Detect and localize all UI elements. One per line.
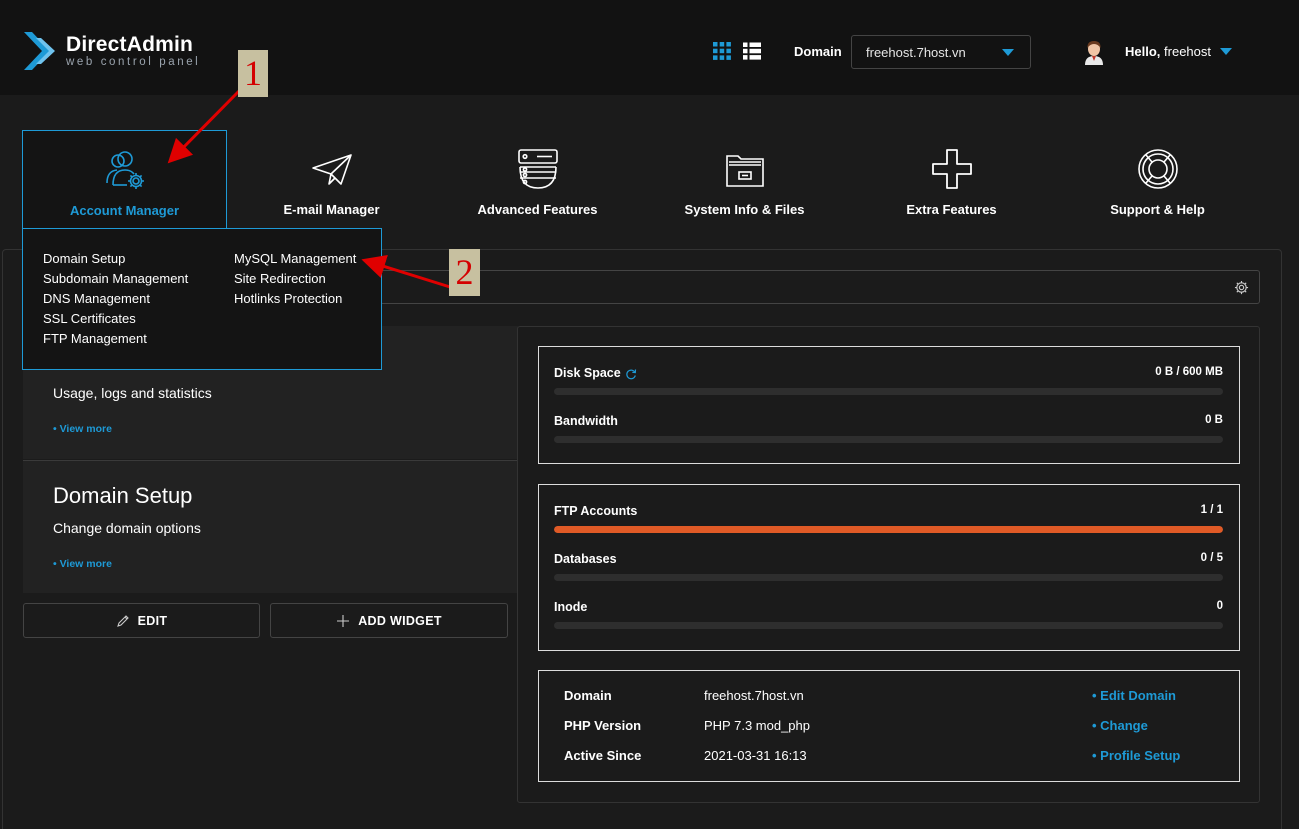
nav-extra-features[interactable]: Extra Features [849,130,1054,228]
nav-label: E-mail Manager [283,202,380,217]
nav-advanced-features[interactable]: Advanced Features [435,130,640,228]
server-icon [517,149,558,189]
annotation-number-2: 2 [449,249,480,296]
logo-title: DirectAdmin [66,33,194,56]
profile-setup-link[interactable]: • Profile Setup [1092,748,1180,763]
databases-stat: Databases 0 / 5 [554,552,1223,592]
lifebuoy-icon [1137,149,1178,189]
directadmin-logo-icon [24,32,55,70]
info-row-domain: Domain freehost.7host.vn • Edit Domain [564,688,1219,708]
widget-domain-setup: Domain Setup Change domain options • Vie… [23,460,518,593]
menu-item-ssl-certificates[interactable]: SSL Certificates [43,309,188,329]
edit-button[interactable]: EDIT [23,603,260,638]
nav-system-info-files[interactable]: System Info & Files [642,130,847,228]
info-value: freehost.7host.vn [704,688,804,703]
top-header: DirectAdmin web control panel Domain fre… [0,0,1299,95]
plus-small-icon [337,614,350,627]
widget-title: Domain Setup [53,483,193,508]
info-row-active-since: Active Since 2021-03-31 16:13 • Profile … [564,748,1219,768]
stat-value: 1 / 1 [1200,504,1223,516]
add-widget-label: ADD WIDGET [358,613,442,628]
directadmin-logo[interactable]: DirectAdmin web control panel [22,30,200,72]
menu-item-dns-management[interactable]: DNS Management [43,289,188,309]
paper-plane-icon [311,154,352,185]
menu-item-domain-setup[interactable]: Domain Setup [43,249,188,269]
view-more-link[interactable]: • View more [53,423,112,435]
domain-select[interactable]: freehost.7host.vn [851,35,1031,69]
info-row-php: PHP Version PHP 7.3 mod_php • Change [564,718,1219,738]
nav-email-manager[interactable]: E-mail Manager [229,130,434,228]
refresh-icon[interactable] [625,368,637,380]
add-widget-button[interactable]: ADD WIDGET [270,603,508,638]
view-more-link[interactable]: • View more [53,558,112,570]
widget-description: Usage, logs and statistics [53,385,212,401]
disk-space-stat: Disk Space 0 B / 600 MB [554,366,1223,406]
nav-label: Extra Features [906,202,997,217]
hello-prefix: Hello, [1125,44,1161,59]
logo-subtitle: web control panel [66,56,201,68]
nav-account-manager[interactable]: Account Manager [22,130,227,228]
stat-value: 0 B [1205,414,1223,426]
progress-bar [554,622,1223,629]
grid-view-icon[interactable] [712,41,732,61]
nav-label: Advanced Features [477,202,598,217]
stat-label: FTP Accounts [554,504,638,518]
username: freehost [1164,44,1212,59]
usage-box: Disk Space 0 B / 600 MB Bandwidth 0 B [538,346,1240,464]
nav-label: Account Manager [69,203,180,218]
change-php-link[interactable]: • Change [1092,718,1148,733]
stat-value: 0 [1216,600,1223,612]
user-menu-chevron-icon[interactable] [1220,48,1232,55]
progress-bar-fill [554,526,1223,533]
folder-icon [725,155,764,187]
info-value: PHP 7.3 mod_php [704,718,810,733]
ftp-accounts-stat: FTP Accounts 1 / 1 [554,504,1223,544]
menu-item-mysql-management[interactable]: MySQL Management [234,249,356,269]
info-value: 2021-03-31 16:13 [704,748,807,763]
nav-label: Support & Help [1110,202,1205,217]
info-key: Domain [564,688,612,703]
stat-value: 0 B / 600 MB [1155,366,1223,378]
progress-bar [554,436,1223,443]
info-key: PHP Version [564,718,642,733]
domain-select-value: freehost.7host.vn [866,44,966,60]
account-manager-icon [105,151,144,189]
menu-item-ftp-management[interactable]: FTP Management [43,329,188,349]
search-bar[interactable] [380,270,1260,304]
stat-label: Disk Space [554,366,621,380]
inode-stat: Inode 0 [554,600,1223,640]
nav-label: System Info & Files [684,202,805,217]
domain-label: Domain [794,44,842,59]
bandwidth-stat: Bandwidth 0 B [554,414,1223,454]
user-avatar-icon[interactable] [1082,39,1106,65]
progress-bar [554,574,1223,581]
annotation-number-1: 1 [238,50,268,97]
stat-label: Inode [554,600,588,614]
widget-description: Change domain options [53,520,201,536]
progress-bar [554,526,1223,533]
edit-domain-link[interactable]: • Edit Domain [1092,688,1176,703]
stat-label: Bandwidth [554,414,618,428]
plus-icon [931,149,972,189]
user-menu[interactable]: Hello, freehost [1125,44,1211,59]
edit-label: EDIT [137,613,168,628]
nav-support-help[interactable]: Support & Help [1055,130,1260,228]
pencil-icon [116,614,129,627]
domain-info-box: Domain freehost.7host.vn • Edit Domain P… [538,670,1240,782]
stat-label: Databases [554,552,617,566]
menu-item-hotlinks-protection[interactable]: Hotlinks Protection [234,289,356,309]
info-key: Active Since [564,748,642,763]
stat-value: 0 / 5 [1200,552,1223,564]
accounts-box: FTP Accounts 1 / 1 Databases 0 / 5 Inode… [538,484,1240,651]
account-manager-dropdown: Domain Setup Subdomain Management DNS Ma… [22,228,382,370]
chevron-down-icon [1002,49,1014,56]
gear-icon[interactable] [1234,280,1249,295]
list-view-icon[interactable] [742,41,762,61]
menu-item-site-redirection[interactable]: Site Redirection [234,269,356,289]
progress-bar [554,388,1223,395]
menu-item-subdomain-management[interactable]: Subdomain Management [43,269,188,289]
